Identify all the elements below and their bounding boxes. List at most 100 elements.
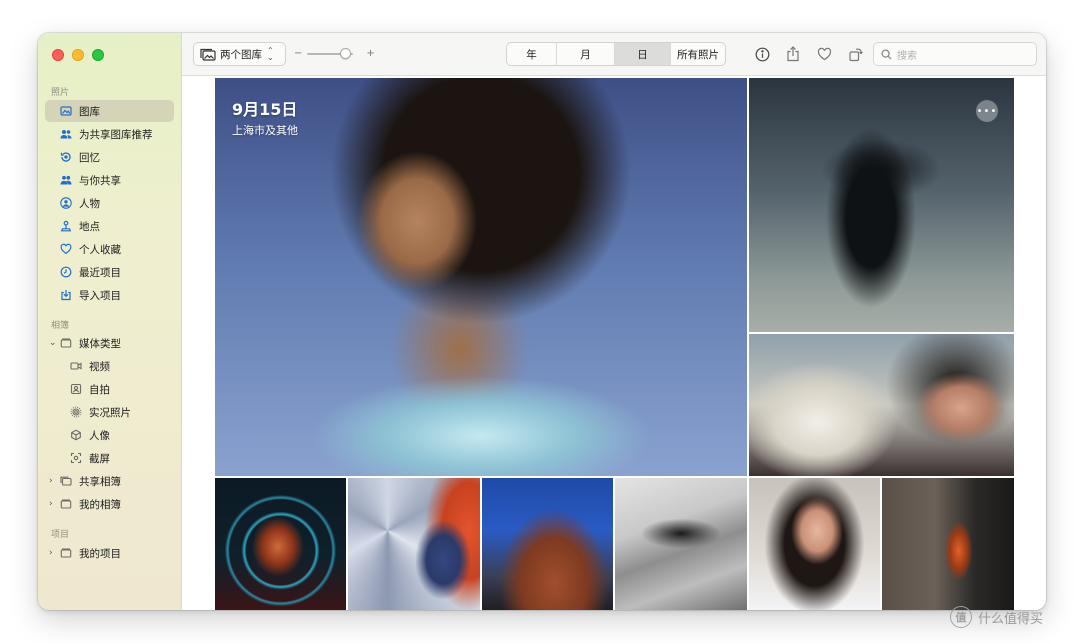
photo-building[interactable] (482, 478, 613, 610)
screenshot-icon (69, 451, 83, 465)
sidebar-item-shared-with-you[interactable]: 与你共享 (45, 169, 174, 191)
photo-skateboard[interactable] (615, 478, 747, 610)
photo-umbrella[interactable] (348, 478, 480, 610)
sidebar-item-imports[interactable]: 导入项目 (45, 284, 174, 306)
photo-grid: 9月15日 上海市及其他 ••• (182, 76, 1046, 610)
cube-icon (69, 428, 83, 442)
section-albums-heading: 相簿 (51, 321, 70, 331)
sidebar-item-recents[interactable]: 最近项目 (45, 261, 174, 283)
sidebar-item-portrait[interactable]: 人像 (45, 424, 174, 446)
sidebar-item-live-photos[interactable]: 实况照片 (45, 401, 174, 423)
sidebar-item-label: 人物 (79, 197, 100, 210)
photo-neon-portrait[interactable] (215, 478, 346, 610)
tab-years[interactable]: 年 (507, 43, 557, 65)
watermark-logo: 值 (950, 606, 972, 628)
photo-library-icon (59, 104, 73, 118)
sidebar-item-label: 实况照片 (89, 406, 131, 419)
heart-icon (59, 242, 73, 256)
person-icon (59, 196, 73, 210)
folder-icon (59, 336, 73, 350)
day-title: 9月15日 (232, 100, 298, 119)
rotate-icon[interactable] (846, 45, 864, 63)
sidebar-item-shared-library-suggestions[interactable]: 为共享图库推荐 (45, 123, 174, 145)
fullscreen-window-button[interactable] (92, 49, 104, 61)
sidebar-item-label: 视频 (89, 360, 110, 373)
sidebar-item-my-projects[interactable]: › 我的项目 (45, 542, 174, 564)
sidebar-item-label: 个人收藏 (79, 243, 121, 256)
sidebar-item-shared-albums[interactable]: › 共享相簿 (45, 470, 174, 492)
sidebar-item-memories[interactable]: 回忆 (45, 146, 174, 168)
memories-icon (59, 150, 73, 164)
sidebar: 照片 图库 为共享图库推荐 回忆 与你共享 人物 地点 个人收藏 最近项目 导入… (38, 33, 182, 610)
sidebar-item-label: 地点 (79, 220, 100, 233)
chevron-right-icon[interactable]: › (49, 476, 53, 486)
map-pin-icon (59, 219, 73, 233)
zoom-in-button[interactable]: + (366, 48, 374, 59)
chevron-right-icon[interactable]: › (49, 499, 53, 509)
sidebar-item-media-types[interactable]: ⌄ 媒体类型 (45, 332, 174, 354)
sidebar-item-label: 最近项目 (79, 266, 121, 279)
import-icon (59, 288, 73, 302)
up-down-arrows-icon: ⌃ ⌄ (267, 46, 274, 62)
library-picker-label: 两个图库 (220, 48, 262, 61)
toolbar: 两个图库 ⌃ ⌄ − + 年 月 日 所有照片 搜索 (182, 33, 1046, 76)
video-icon (69, 359, 83, 373)
tab-days[interactable]: 日 (615, 43, 671, 65)
sidebar-item-label: 媒体类型 (79, 337, 121, 350)
photo-library-icon (200, 48, 216, 61)
sidebar-item-label: 导入项目 (79, 289, 121, 302)
chevron-right-icon[interactable]: › (49, 548, 53, 558)
sidebar-item-library[interactable]: 图库 (45, 100, 174, 122)
minimize-window-button[interactable] (72, 49, 84, 61)
sidebar-item-my-albums[interactable]: › 我的相簿 (45, 493, 174, 515)
folder-icon (59, 497, 73, 511)
sidebar-item-label: 图库 (79, 105, 100, 118)
shared-with-you-icon (59, 173, 73, 187)
live-photo-icon (69, 405, 83, 419)
sidebar-item-label: 回忆 (79, 151, 100, 164)
zoom-control: − + (294, 47, 375, 59)
sidebar-item-label: 我的相簿 (79, 498, 121, 511)
sidebar-item-selfies[interactable]: 自拍 (45, 378, 174, 400)
selfie-icon (69, 382, 83, 396)
sidebar-item-people[interactable]: 人物 (45, 192, 174, 214)
info-icon[interactable] (753, 45, 771, 63)
heart-icon[interactable] (815, 45, 833, 63)
site-watermark: 值 什么值得买 (950, 606, 1043, 628)
photos-window: 照片 图库 为共享图库推荐 回忆 与你共享 人物 地点 个人收藏 最近项目 导入… (38, 33, 1046, 610)
sidebar-item-places[interactable]: 地点 (45, 215, 174, 237)
people-icon (59, 127, 73, 141)
day-location: 上海市及其他 (232, 124, 298, 137)
zoom-slider[interactable] (307, 47, 354, 59)
photo-jumping-silhouette[interactable]: ••• (749, 78, 1014, 332)
section-projects-heading: 项目 (51, 530, 70, 540)
tab-all-photos[interactable]: 所有照片 (671, 43, 725, 65)
sidebar-item-label: 人像 (89, 429, 110, 442)
tab-months[interactable]: 月 (557, 43, 615, 65)
sidebar-item-screenshots[interactable]: 截屏 (45, 447, 174, 469)
photo-fur-portrait[interactable] (749, 334, 1014, 476)
folder-icon (59, 546, 73, 560)
share-icon[interactable] (784, 45, 802, 63)
sidebar-item-favorites[interactable]: 个人收藏 (45, 238, 174, 260)
more-options-button[interactable]: ••• (976, 100, 998, 122)
sidebar-item-label: 与你共享 (79, 174, 121, 187)
view-segmented-control: 年 月 日 所有照片 (506, 42, 726, 66)
close-window-button[interactable] (52, 49, 64, 61)
zoom-out-button[interactable]: − (294, 48, 302, 59)
photo-street-shadow[interactable] (882, 478, 1014, 610)
window-controls (52, 49, 104, 61)
zoom-slider-knob[interactable] (340, 47, 352, 59)
search-field[interactable]: 搜索 (873, 42, 1037, 66)
photo-girl-portrait[interactable] (749, 478, 880, 610)
clock-icon (59, 265, 73, 279)
sidebar-item-videos[interactable]: 视频 (45, 355, 174, 377)
magnifier-icon (881, 48, 892, 60)
chevron-down-icon[interactable]: ⌄ (49, 338, 57, 348)
section-photos-heading: 照片 (51, 88, 70, 98)
watermark-text: 什么值得买 (978, 611, 1044, 627)
sidebar-item-label: 我的项目 (79, 547, 121, 560)
library-picker[interactable]: 两个图库 ⌃ ⌄ (193, 42, 286, 66)
photo-hero-portrait[interactable]: 9月15日 上海市及其他 (215, 78, 747, 476)
sidebar-item-label: 共享相簿 (79, 475, 121, 488)
